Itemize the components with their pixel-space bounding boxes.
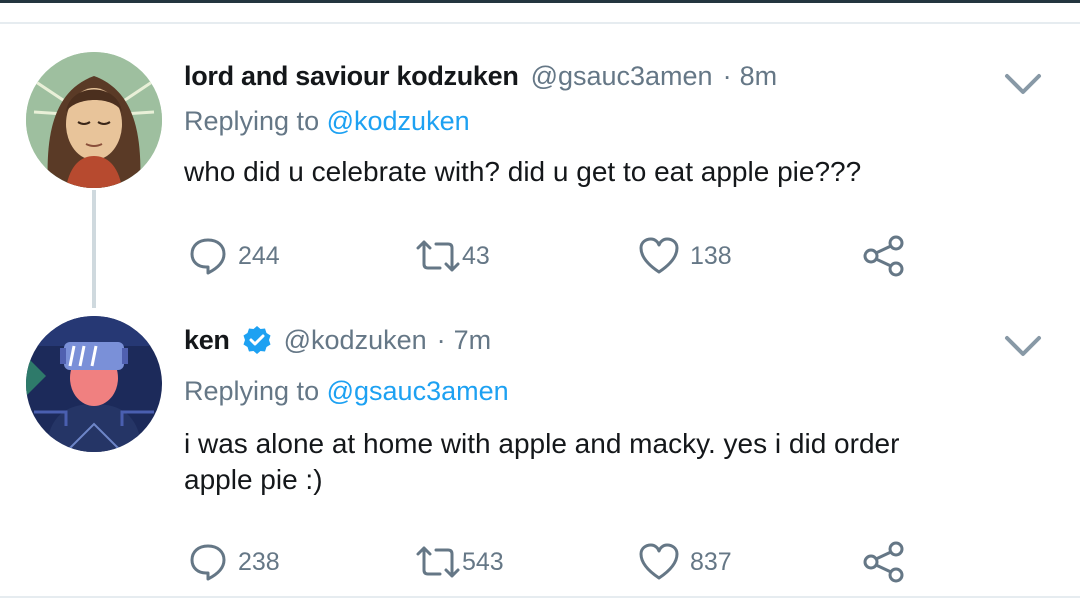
avatar[interactable] — [26, 52, 162, 188]
retweet-arrows-icon — [414, 236, 462, 276]
top-divider — [0, 22, 1080, 24]
retweet-count: 43 — [462, 241, 490, 270]
tweet-text: who did u celebrate with? did u get to e… — [184, 156, 862, 187]
replying-to: Replying to @kodzuken — [184, 106, 470, 137]
replying-to: Replying to @gsauc3amen — [184, 376, 509, 407]
replying-to-link[interactable]: @gsauc3amen — [327, 376, 509, 406]
like-count: 837 — [690, 547, 732, 576]
top-status-edge — [0, 0, 1080, 3]
heart-icon — [638, 542, 680, 582]
timestamp[interactable]: 7m — [454, 325, 492, 356]
speech-bubble-icon — [188, 542, 228, 582]
separator-dot: · — [722, 60, 732, 91]
share-nodes-icon — [862, 234, 906, 278]
chevron-down-icon[interactable] — [1003, 70, 1043, 98]
user-handle[interactable]: @kodzuken — [284, 325, 427, 356]
bottom-divider — [0, 596, 1080, 598]
verified-badge-icon — [242, 325, 272, 355]
display-name[interactable]: ken — [184, 325, 230, 356]
retweet-button[interactable]: 543 — [414, 540, 504, 584]
replying-to-label: Replying to — [184, 376, 320, 406]
timestamp[interactable]: 8m — [740, 61, 778, 92]
share-button[interactable] — [862, 234, 906, 278]
retweet-button[interactable]: 43 — [414, 234, 490, 278]
chevron-down-icon[interactable] — [1003, 332, 1043, 360]
avatar[interactable] — [26, 316, 162, 452]
replying-to-label: Replying to — [184, 106, 320, 136]
retweet-arrows-icon — [414, 542, 462, 582]
reply-button[interactable]: 238 — [188, 540, 280, 584]
speech-bubble-icon — [188, 236, 228, 276]
action-bar: 244 43 138 — [184, 234, 944, 278]
reply-count: 244 — [238, 241, 280, 270]
tweet-text: i was alone at home with apple and macky… — [184, 428, 900, 495]
user-handle[interactable]: @gsauc3amen — [531, 61, 713, 92]
reply-count: 238 — [238, 547, 280, 576]
replying-to-link[interactable]: @kodzuken — [327, 106, 470, 136]
retweet-count: 543 — [462, 547, 504, 576]
display-name[interactable]: lord and saviour kodzuken — [184, 61, 519, 92]
thread-connector-line — [92, 190, 96, 308]
like-button[interactable]: 837 — [638, 540, 732, 584]
heart-icon — [638, 236, 680, 276]
share-button[interactable] — [862, 540, 906, 584]
action-bar: 238 543 837 — [184, 540, 944, 584]
like-button[interactable]: 138 — [638, 234, 732, 278]
tweet-header: lord and saviour kodzuken @gsauc3amen · … — [184, 58, 777, 94]
like-count: 138 — [690, 241, 732, 270]
reply-button[interactable]: 244 — [188, 234, 280, 278]
separator-dot: · — [436, 324, 446, 355]
share-nodes-icon — [862, 540, 906, 584]
tweet-header: ken @kodzuken · 7m — [184, 322, 491, 358]
